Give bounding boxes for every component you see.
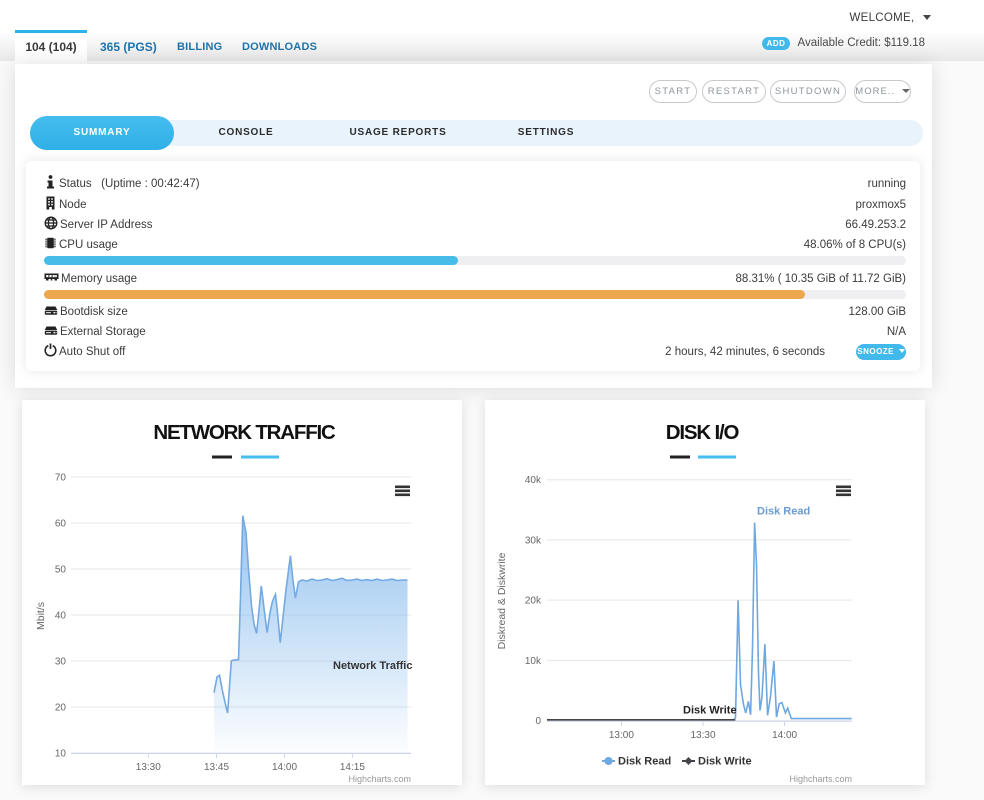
svg-text:30: 30 [55,657,67,668]
svg-text:30k: 30k [525,535,542,546]
svg-text:14:00: 14:00 [272,762,297,773]
svg-text:Diskread & Diskwrite: Diskread & Diskwrite [496,552,508,649]
svg-text:70: 70 [55,473,67,484]
svg-text:60: 60 [55,519,67,530]
svg-text:Network Traffic: Network Traffic [333,660,412,672]
svg-text:13:00: 13:00 [609,730,634,741]
svg-text:40: 40 [55,611,67,622]
svg-text:10: 10 [55,749,67,760]
svg-text:13:45: 13:45 [204,762,229,773]
svg-text:Mbit/s: Mbit/s [35,602,47,630]
svg-text:NETWORK TRAFFIC: NETWORK TRAFFIC [153,421,336,444]
svg-text:Highcharts.com: Highcharts.com [348,774,411,784]
svg-text:14:15: 14:15 [340,762,365,773]
svg-text:20k: 20k [525,596,542,607]
svg-text:13:30: 13:30 [136,762,161,773]
svg-text:Disk Read: Disk Read [757,506,810,518]
svg-text:DISK I/O: DISK I/O [666,421,740,444]
svg-text:Disk Write: Disk Write [698,756,752,768]
svg-text:Disk Read: Disk Read [618,756,671,768]
svg-text:0: 0 [535,716,541,727]
svg-text:14:00: 14:00 [772,730,797,741]
svg-text:20: 20 [55,703,67,714]
svg-text:13:30: 13:30 [690,730,715,741]
svg-text:10k: 10k [525,656,542,667]
svg-text:Highcharts.com: Highcharts.com [789,774,852,784]
svg-text:50: 50 [55,565,67,576]
svg-text:40k: 40k [525,475,542,486]
svg-text:Disk Write: Disk Write [683,705,737,717]
